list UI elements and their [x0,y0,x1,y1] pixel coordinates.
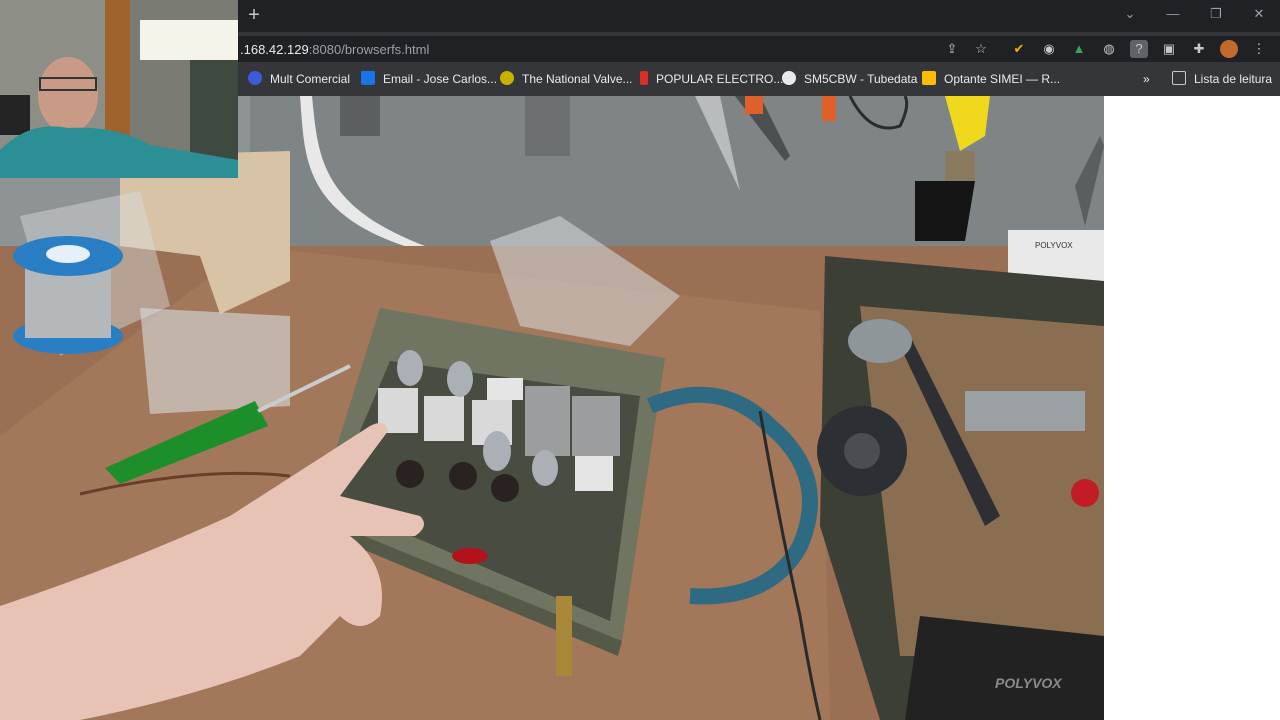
puzzle-icon[interactable]: ✚ [1190,40,1208,58]
polyvox-device-label: POLYVOX [995,675,1063,691]
bookmark-item[interactable]: The National Valve... [500,70,633,88]
bookmark-label: Email - Jose Carlos... [383,72,498,86]
arrow-icon [922,71,936,85]
bookmark-item[interactable]: Mult Comercial [248,70,350,88]
reading-list-icon [1172,71,1186,85]
valve-icon [500,71,514,85]
globe-icon [782,71,796,85]
bookmark-favicon-icon [248,71,262,85]
webcam-overlay [0,0,238,178]
brass-shaft [556,596,572,676]
workbench-scene: POLYVOX POLYVOX [0,96,1104,720]
drive-icon[interactable]: ▲ [1070,40,1088,58]
person-face [38,57,98,133]
tube-socket [396,460,424,488]
bookmark-label: POPULAR ELECTRO... [656,72,784,86]
bookmark-item[interactable]: SM5CBW - Tubedata [782,70,917,88]
bookmark-item[interactable]: Email - Jose Carlos... [361,70,497,88]
extension-icon[interactable]: ◉ [1040,40,1058,58]
page-blank-area [1104,96,1280,720]
share-icon[interactable]: ⇪ [943,40,961,58]
url-path: :8080/browserfs.html [308,42,430,57]
extension-icon[interactable]: ◍ [1100,40,1118,58]
tuning-capacitor [525,386,570,456]
webcam-scene [0,0,238,178]
outlook-icon [361,71,375,85]
url-field[interactable]: .168.42.129:8080/browserfs.html [240,41,429,59]
bookmarks-overflow-button[interactable]: » [1143,70,1150,88]
restore-icon[interactable]: ❐ [1206,6,1226,22]
bookmark-label: SM5CBW - Tubedata [804,72,918,86]
bookmark-item[interactable]: Optante SIMEI — R... [922,70,1060,88]
bookmark-label: Mult Comercial [270,72,351,86]
url-host: .168.42.129 [240,42,309,57]
chevron-down-icon[interactable]: ⌄ [1120,6,1140,22]
red-tag [452,548,488,564]
bookmark-label: Optante SIMEI — R... [944,72,1061,86]
extension-icon[interactable]: ✔ [1010,40,1028,58]
reading-list-button[interactable]: Lista de leitura [1172,70,1272,88]
reading-list-label: Lista de leitura [1194,72,1273,86]
star-icon[interactable]: ☆ [972,40,990,58]
polyvox-box-label: POLYVOX [1035,241,1073,250]
pin-icon [640,71,648,85]
brush-bristles [915,181,975,241]
help-icon[interactable]: ? [1130,40,1148,58]
avatar[interactable] [1220,40,1238,58]
extension-icon[interactable]: ▣ [1160,40,1178,58]
close-icon[interactable]: ✕ [1249,6,1269,22]
bookmark-item[interactable]: POPULAR ELECTRO... [640,70,783,88]
vacuum-tube [397,350,423,386]
workbench-photo: POLYVOX POLYVOX [0,96,1104,720]
minimize-icon[interactable]: — [1163,6,1183,22]
bookmark-label: The National Valve... [522,72,633,86]
menu-icon[interactable]: ⋮ [1250,40,1268,58]
new-tab-button[interactable]: + [244,5,264,25]
